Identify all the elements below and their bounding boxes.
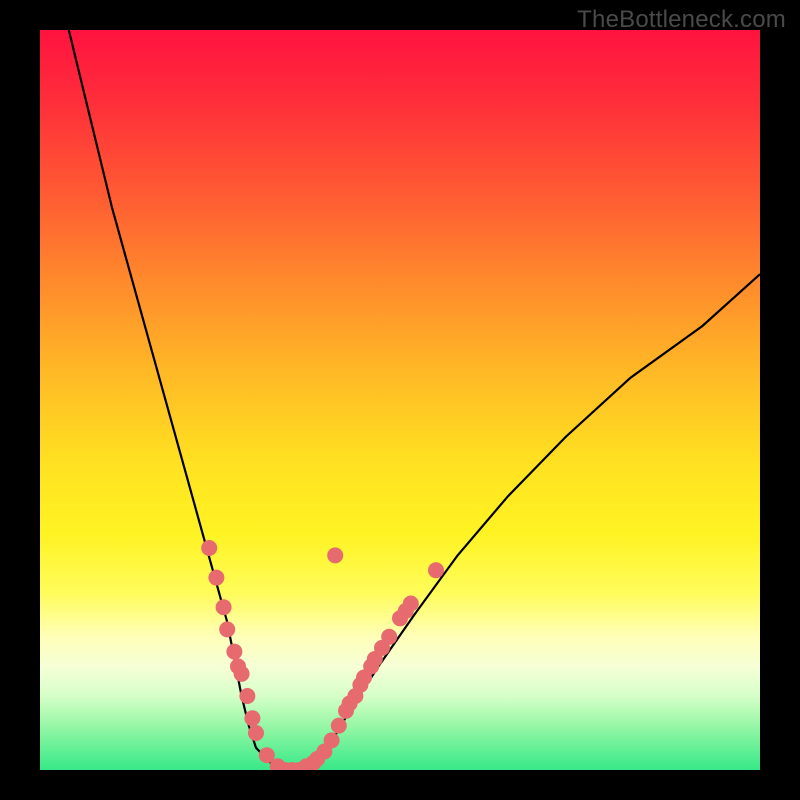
- chart-svg: [40, 30, 760, 770]
- marker-point: [331, 718, 347, 734]
- marker-point: [216, 599, 232, 615]
- marker-point: [219, 621, 235, 637]
- chart-stage: TheBottleneck.com: [0, 0, 800, 800]
- marker-point: [428, 562, 444, 578]
- marker-point: [226, 644, 242, 660]
- highlighted-points: [201, 540, 444, 770]
- marker-point: [239, 688, 255, 704]
- marker-point: [234, 666, 250, 682]
- marker-point: [248, 725, 264, 741]
- marker-point: [208, 570, 224, 586]
- marker-point: [244, 710, 260, 726]
- bottleneck-curve: [69, 30, 760, 770]
- marker-point: [201, 540, 217, 556]
- marker-point: [324, 732, 340, 748]
- plot-area: [40, 30, 760, 770]
- marker-point: [327, 547, 343, 563]
- marker-point: [381, 629, 397, 645]
- marker-point: [403, 596, 419, 612]
